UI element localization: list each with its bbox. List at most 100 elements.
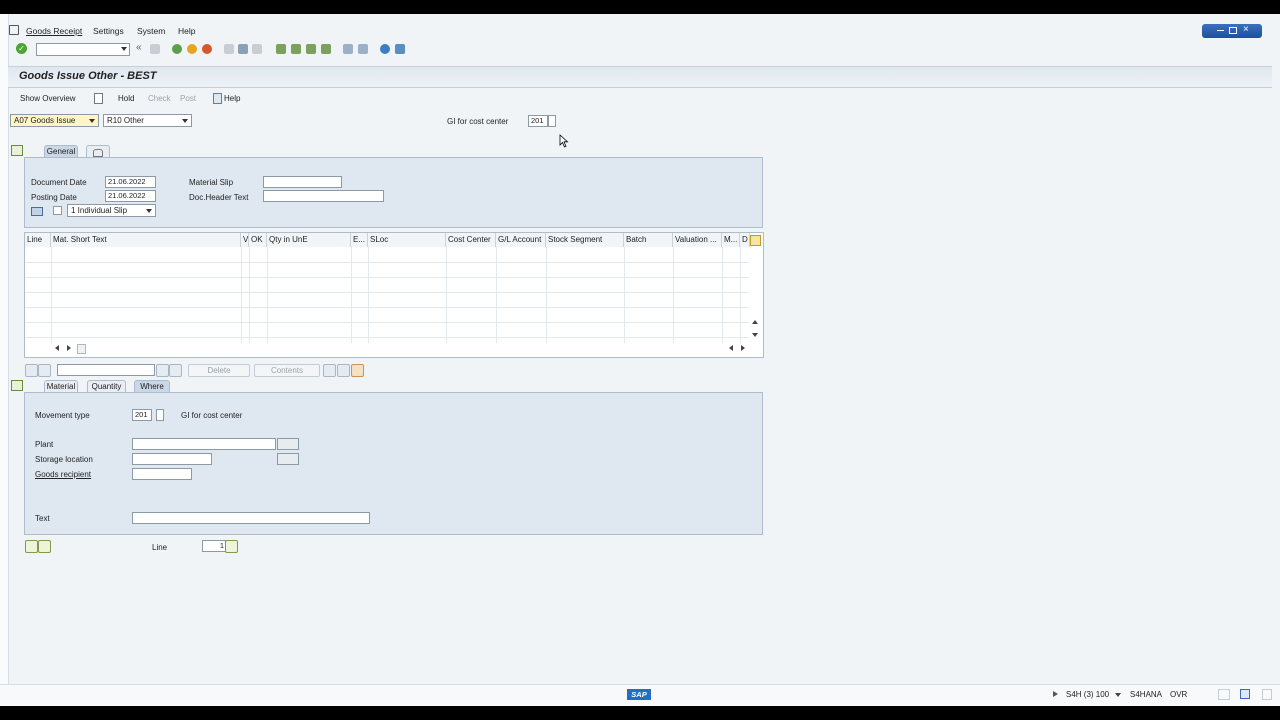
next-item-icon[interactable]: [38, 540, 51, 553]
print-checkbox[interactable]: [53, 206, 62, 215]
column-header[interactable]: SLoc: [368, 233, 446, 247]
column-header[interactable]: Qty in UnE: [267, 233, 351, 247]
delete-button[interactable]: Delete: [188, 364, 250, 377]
line-go-icon[interactable]: [225, 540, 238, 553]
new-session-icon[interactable]: [343, 44, 353, 54]
chevron-down-icon[interactable]: [121, 47, 127, 51]
print-icon[interactable]: [224, 44, 234, 54]
next-page-icon[interactable]: [306, 44, 316, 54]
grid-search-next-icon[interactable]: [169, 364, 182, 377]
column-header[interactable]: Mat. Short Text: [51, 233, 241, 247]
detail-toggle-icon[interactable]: [11, 380, 23, 391]
table-row[interactable]: [25, 322, 749, 338]
column-header[interactable]: V: [241, 233, 249, 247]
contents-button[interactable]: Contents: [254, 364, 320, 377]
column-header[interactable]: Cost Center: [446, 233, 496, 247]
column-header[interactable]: D: [740, 233, 750, 247]
column-header[interactable]: OK: [249, 233, 267, 247]
find-next-icon[interactable]: [252, 44, 262, 54]
command-field[interactable]: [36, 43, 130, 56]
exit-icon[interactable]: [187, 44, 197, 54]
menu-icon[interactable]: [9, 25, 19, 35]
table-row[interactable]: [25, 277, 749, 293]
table-row[interactable]: [25, 307, 749, 323]
column-header[interactable]: E...: [351, 233, 368, 247]
post-button[interactable]: Post: [180, 94, 196, 103]
status-expand-icon[interactable]: [1053, 691, 1058, 697]
last-page-icon[interactable]: [321, 44, 331, 54]
details-icon[interactable]: [351, 364, 364, 377]
unlock-icon[interactable]: [1240, 689, 1250, 699]
material-slip-field[interactable]: [263, 176, 342, 188]
reference-dropdown[interactable]: R10 Other: [103, 114, 192, 127]
document-date-field[interactable]: 21.06.2022: [105, 176, 156, 188]
help-button[interactable]: Help: [224, 94, 240, 103]
goods-recipient-field[interactable]: [132, 468, 192, 480]
system-info[interactable]: S4H (3) 100: [1066, 690, 1109, 699]
plant-field[interactable]: [132, 438, 276, 450]
chevron-left-icon[interactable]: «: [136, 42, 142, 53]
enter-check-icon[interactable]: ✓: [16, 43, 27, 54]
storage-location-field[interactable]: [132, 453, 212, 465]
column-settings-icon[interactable]: [750, 235, 761, 246]
scroll-up-icon[interactable]: [752, 320, 758, 324]
filter-icon[interactable]: [38, 364, 51, 377]
table-row[interactable]: [25, 247, 749, 263]
action-value: A07 Goods Issue: [14, 116, 76, 125]
menu-settings[interactable]: Settings: [93, 26, 124, 36]
action-dropdown[interactable]: A07 Goods Issue: [10, 114, 99, 127]
previous-page-icon[interactable]: [291, 44, 301, 54]
header-toggle-icon[interactable]: [11, 145, 23, 156]
scroll-left-end-icon[interactable]: [729, 345, 733, 351]
check-button[interactable]: Check: [148, 94, 171, 103]
doc-header-field[interactable]: [263, 190, 384, 202]
column-header[interactable]: M...: [722, 233, 740, 247]
column-header[interactable]: Stock Segment: [546, 233, 624, 247]
table-row[interactable]: [25, 262, 749, 278]
horizontal-scroll-thumb[interactable]: [77, 344, 86, 354]
find-icon[interactable]: [238, 44, 248, 54]
column-header[interactable]: G/L Account: [496, 233, 546, 247]
column-header[interactable]: Line: [25, 233, 51, 247]
maximize-icon[interactable]: [1229, 27, 1237, 34]
slip-dropdown[interactable]: 1 Individual Slip: [67, 204, 156, 217]
movement-type-special-field[interactable]: [156, 409, 164, 421]
save-icon[interactable]: [150, 44, 160, 54]
help-icon[interactable]: [380, 44, 390, 54]
select-all-icon[interactable]: [25, 364, 38, 377]
grid-search-input[interactable]: [57, 364, 155, 376]
minimize-icon[interactable]: [1217, 30, 1224, 31]
scroll-left-icon[interactable]: [55, 345, 59, 351]
show-overview-button[interactable]: Show Overview: [20, 94, 76, 103]
menu-help[interactable]: Help: [178, 26, 195, 36]
layout-menu-icon[interactable]: [395, 44, 405, 54]
scroll-right-end-icon[interactable]: [741, 345, 745, 351]
scroll-down-icon[interactable]: [752, 333, 758, 337]
back-icon[interactable]: [172, 44, 182, 54]
chevron-down-icon[interactable]: [1115, 693, 1121, 697]
column-header[interactable]: Batch: [624, 233, 673, 247]
column-header[interactable]: Valuation ...: [673, 233, 722, 247]
previous-item-icon[interactable]: [25, 540, 38, 553]
grid-search-icon[interactable]: [156, 364, 169, 377]
posting-date-field[interactable]: 21.06.2022: [105, 190, 156, 202]
table-row[interactable]: [25, 292, 749, 308]
hold-button[interactable]: Hold: [118, 94, 134, 103]
first-page-icon[interactable]: [276, 44, 286, 54]
new-document-icon[interactable]: [94, 93, 103, 104]
close-icon[interactable]: ×: [1243, 24, 1249, 35]
movement-special-field[interactable]: [548, 115, 556, 127]
movement-type-field[interactable]: 201: [132, 409, 152, 421]
menu-goods-receipt[interactable]: Goods Receipt: [26, 26, 82, 36]
shortcut-icon[interactable]: [358, 44, 368, 54]
expand-icon[interactable]: [323, 364, 336, 377]
cancel-icon[interactable]: [202, 44, 212, 54]
menu-system[interactable]: System: [137, 26, 165, 36]
collapse-icon[interactable]: [337, 364, 350, 377]
scroll-right-icon[interactable]: [67, 345, 71, 351]
movement-field[interactable]: 201: [528, 115, 548, 127]
goods-recipient-label[interactable]: Goods recipient: [35, 470, 91, 479]
printer-icon[interactable]: [31, 207, 43, 216]
line-field[interactable]: 1: [202, 540, 226, 552]
text-field[interactable]: [132, 512, 370, 524]
